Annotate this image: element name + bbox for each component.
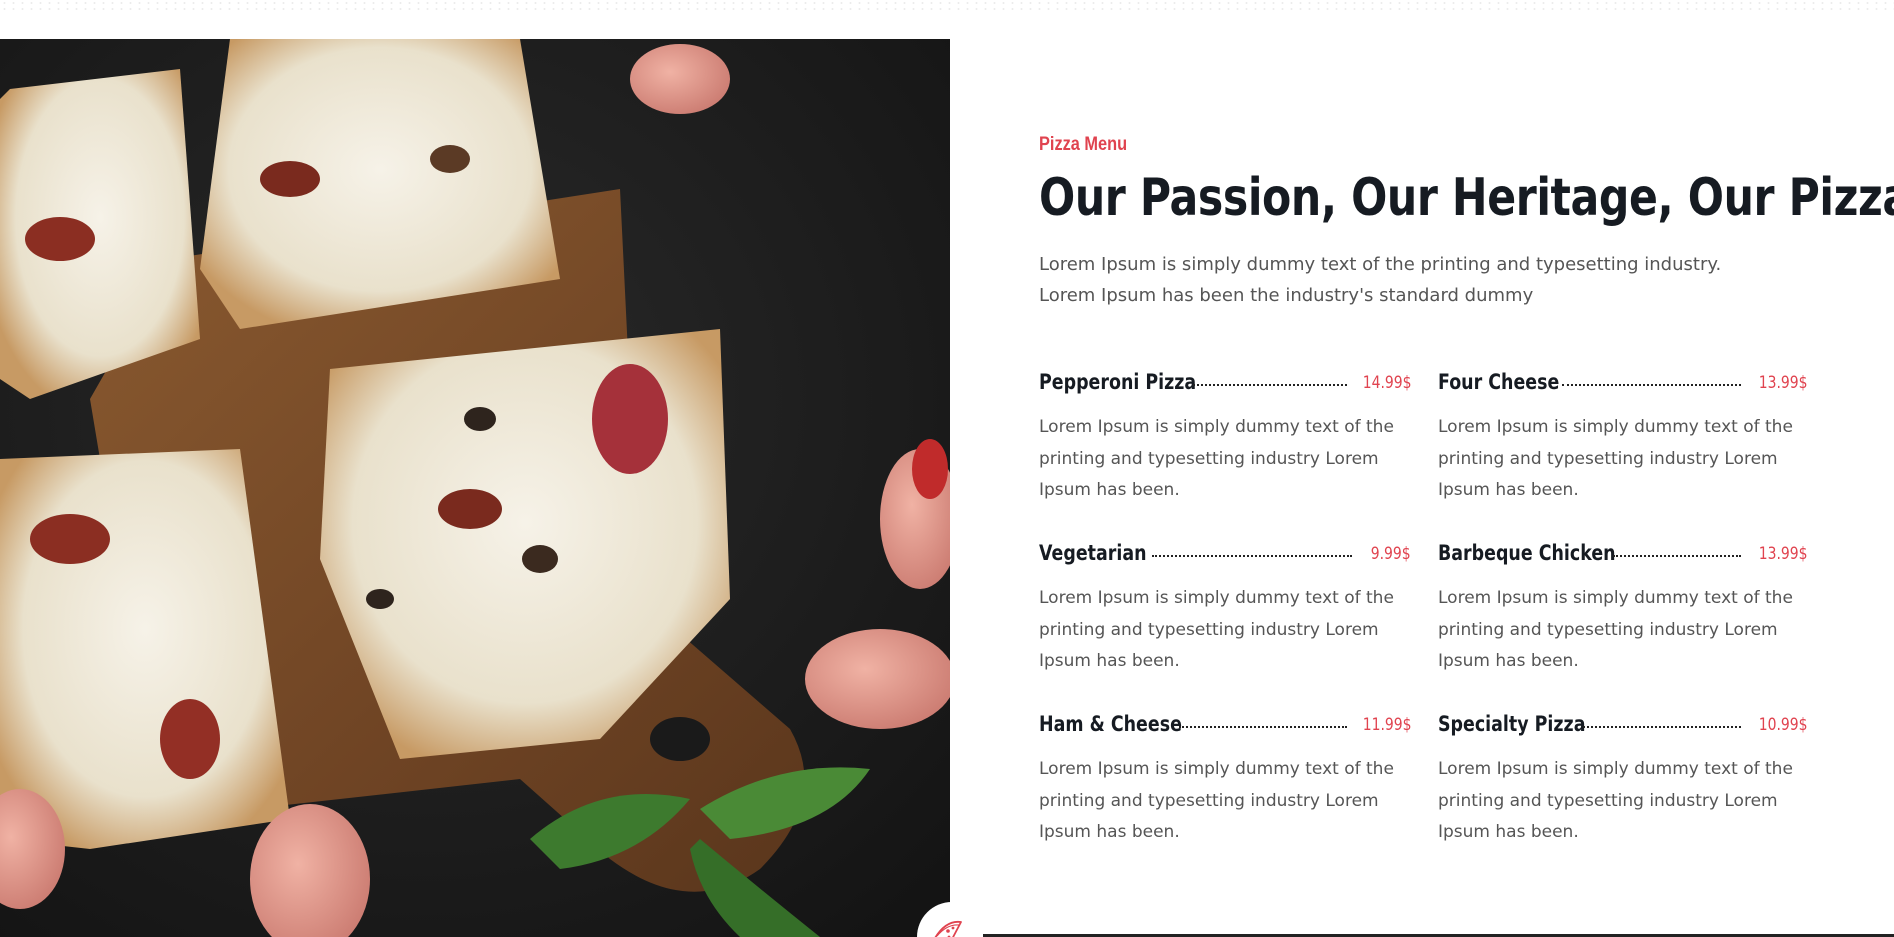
dotted-leader [1562,384,1741,386]
dotted-leader [1193,384,1347,386]
menu-item-price: 13.99$ [1758,373,1807,393]
menu-item-name: Vegetarian [1039,541,1147,565]
menu-item-name: Four Cheese [1438,370,1560,394]
menu-item-price: 13.99$ [1758,544,1807,564]
pizza-slice-icon [934,920,962,937]
menu-item: Barbeque Chicken 13.99$ Lorem Ipsum is s… [1438,539,1807,678]
menu-item: Specialty Pizza 10.99$ Lorem Ipsum is si… [1438,710,1807,849]
menu-item-description: Lorem Ipsum is simply dummy text of the … [1438,417,1793,500]
dotted-top-strip [0,0,1894,14]
menu-item-price: 11.99$ [1362,715,1411,735]
menu-item: Vegetarian 9.99$ Lorem Ipsum is simply d… [1039,539,1411,678]
menu-item-description: Lorem Ipsum is simply dummy text of the … [1039,417,1394,500]
menu-item-description: Lorem Ipsum is simply dummy text of the … [1438,759,1793,842]
section-intro: Lorem Ipsum is simply dummy text of the … [1039,249,1759,311]
menu-item-name: Ham & Cheese [1039,712,1182,736]
menu-item-description: Lorem Ipsum is simply dummy text of the … [1039,759,1394,842]
intro-line-2: Lorem Ipsum has been the industry's stan… [1039,285,1534,306]
dotted-leader [1179,726,1347,728]
menu-item-price: 10.99$ [1758,715,1807,735]
section-eyebrow: Pizza Menu [1039,134,1128,155]
menu-item: Four Cheese 13.99$ Lorem Ipsum is simply… [1438,368,1807,507]
intro-line-1: Lorem Ipsum is simply dummy text of the … [1039,254,1722,275]
menu-item: Ham & Cheese 11.99$ Lorem Ipsum is simpl… [1039,710,1411,849]
dotted-leader [1152,555,1352,557]
menu-item-name: Pepperoni Pizza [1039,370,1197,394]
menu-item-price: 9.99$ [1371,544,1411,564]
menu-item-name: Barbeque Chicken [1438,541,1616,565]
menu-item-description: Lorem Ipsum is simply dummy text of the … [1438,588,1793,671]
dotted-leader [1583,726,1741,728]
pizza-menu-section: Pizza Menu Our Passion, Our Heritage, Ou… [0,0,1894,937]
dotted-leader [1613,555,1741,557]
menu-item-description: Lorem Ipsum is simply dummy text of the … [1039,588,1394,671]
section-title: Our Passion, Our Heritage, Our Pizzas [1039,168,1894,228]
pizza-photo [0,39,950,937]
menu-item-price: 14.99$ [1362,373,1411,393]
menu-item-name: Specialty Pizza [1438,712,1586,736]
menu-item: Pepperoni Pizza 14.99$ Lorem Ipsum is si… [1039,368,1411,507]
